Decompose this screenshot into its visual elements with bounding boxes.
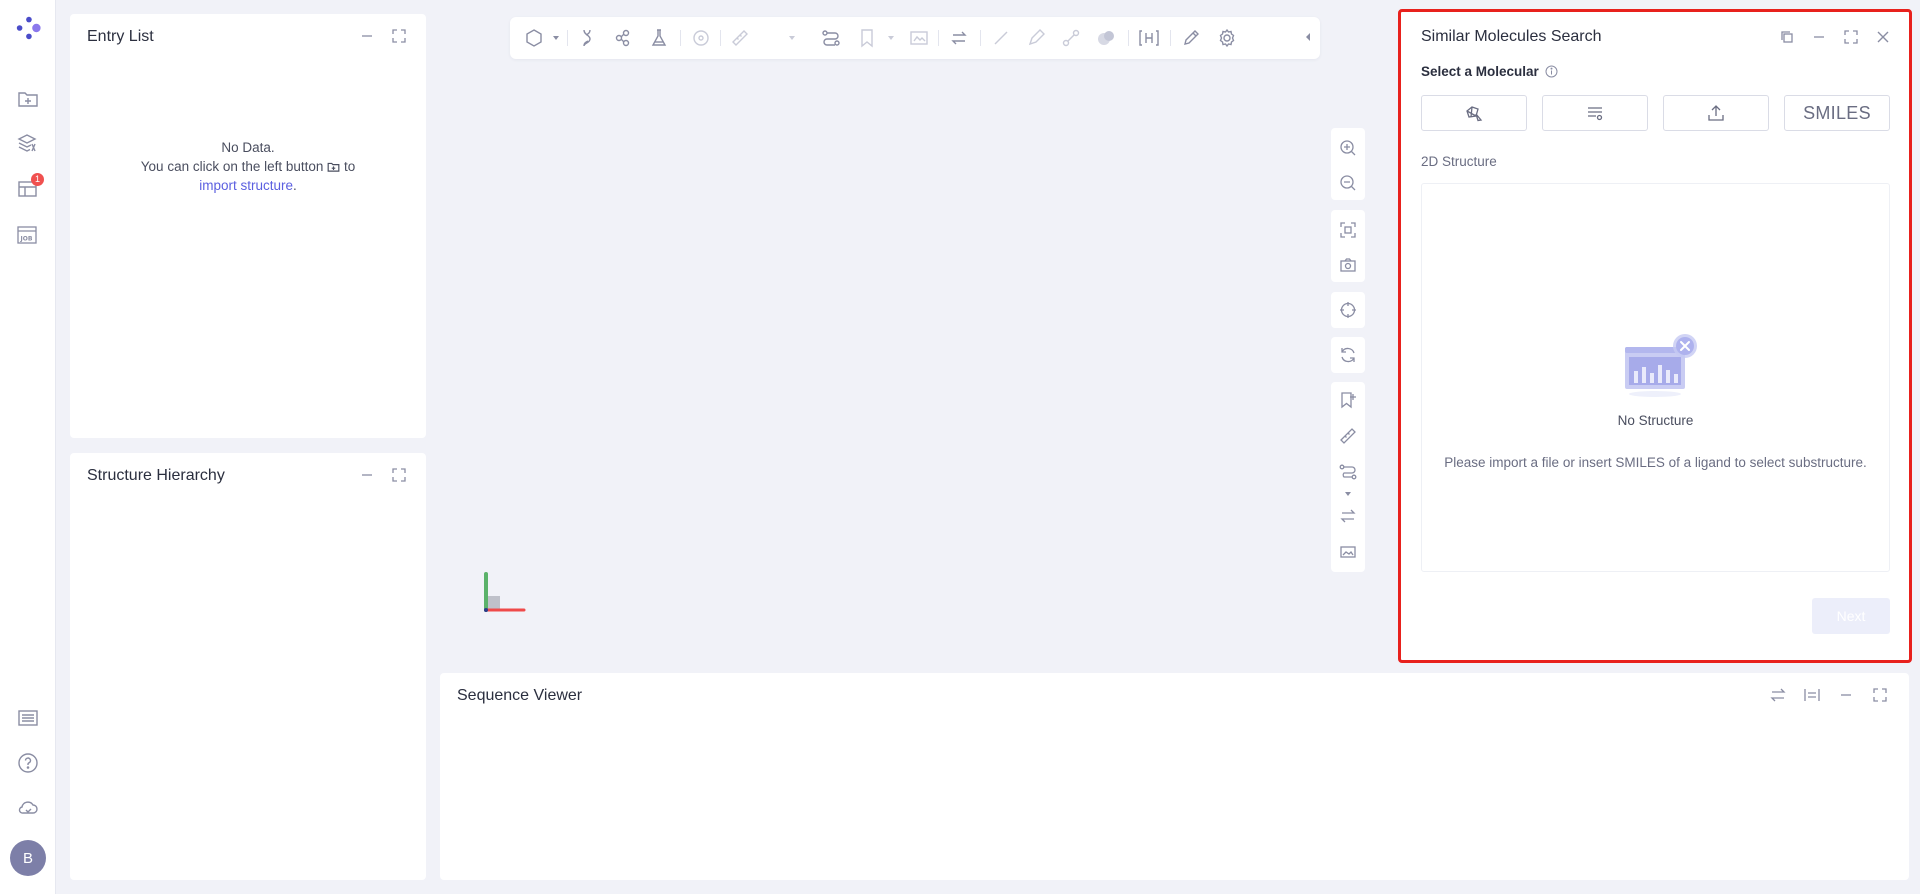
empty-hint: You can click on the left button (140, 159, 324, 174)
avatar[interactable]: B (10, 840, 46, 876)
zoom-in-icon[interactable] (1337, 137, 1359, 159)
layers-icon[interactable] (14, 129, 42, 157)
entry-list-title: Entry List (87, 28, 154, 45)
list-icon[interactable] (14, 704, 42, 732)
select-from-viewer-button[interactable] (1421, 95, 1527, 131)
app-logo-icon[interactable] (14, 14, 42, 42)
maximize-icon[interactable] (389, 26, 409, 46)
empty-title: No Data. (221, 140, 275, 155)
close-icon[interactable] (1873, 27, 1893, 47)
rotate-group (1331, 337, 1365, 373)
minimize-icon[interactable] (357, 465, 377, 485)
maximize-icon[interactable] (389, 465, 409, 485)
similar-molecules-panel: Similar Molecules Search Select a Molecu… (1398, 9, 1912, 663)
structure-hierarchy-panel: Structure Hierarchy (70, 453, 426, 880)
chevron-down-icon[interactable] (888, 36, 894, 40)
cloud-icon[interactable] (14, 794, 42, 822)
dna-icon[interactable] (576, 27, 598, 49)
zoom-out-icon[interactable] (1337, 172, 1359, 194)
entry-list-empty-state: No Data. You can click on the left butto… (70, 138, 426, 195)
help-icon[interactable] (14, 749, 42, 777)
swap-icon[interactable] (948, 27, 970, 49)
left-rail: 1 JOB B (0, 0, 56, 894)
hydrogen-icon[interactable] (1138, 27, 1160, 49)
chevron-down-icon[interactable] (553, 36, 559, 40)
view-group (1331, 210, 1365, 282)
image-icon[interactable] (908, 27, 930, 49)
select-molecular-label: Select a Molecular (1421, 64, 1558, 79)
zoom-group (1331, 128, 1365, 200)
similar-molecules-title: Similar Molecules Search (1421, 28, 1602, 45)
flask-icon[interactable] (648, 27, 670, 49)
camera-icon[interactable] (1337, 254, 1359, 276)
chevron-down-icon[interactable] (1345, 492, 1351, 496)
empty-chart-icon (1619, 333, 1699, 399)
notification-badge: 1 (31, 173, 44, 186)
import-structure-link[interactable]: import structure (199, 178, 293, 193)
import-hint-text: Please import a file or insert SMILES of… (1444, 455, 1867, 470)
no-structure-text: No Structure (1617, 413, 1694, 428)
path-icon[interactable] (820, 27, 842, 49)
fit-icon[interactable] (1337, 219, 1359, 241)
svg-text:JOB: JOB (20, 236, 33, 243)
ruler-icon[interactable] (729, 27, 751, 49)
edit-icon[interactable] (1180, 27, 1202, 49)
hexagon-icon[interactable] (523, 27, 545, 49)
swap-icon[interactable] (1337, 505, 1359, 527)
ruler-icon[interactable] (1337, 425, 1359, 447)
align-icon[interactable] (1802, 685, 1822, 705)
center-icon[interactable] (1337, 299, 1359, 321)
detach-icon[interactable] (1777, 27, 1797, 47)
rotate-icon[interactable] (1337, 344, 1359, 366)
entry-list-panel: Entry List No Data. You can click on the… (70, 14, 426, 438)
link-icon[interactable] (1060, 27, 1082, 49)
axis-gizmo (480, 568, 530, 620)
molecule-select-icon (1464, 103, 1484, 123)
structure-hierarchy-title: Structure Hierarchy (87, 467, 225, 484)
bookmark-add-icon[interactable] (1337, 389, 1359, 411)
table-icon[interactable]: 1 (14, 173, 44, 203)
surface-icon[interactable] (1095, 27, 1117, 49)
import-folder-icon[interactable] (14, 85, 42, 113)
center-group (1331, 292, 1365, 328)
upload-file-button[interactable] (1663, 95, 1769, 131)
select-from-list-button[interactable] (1542, 95, 1648, 131)
empty-period: . (293, 178, 297, 193)
line-icon[interactable] (990, 27, 1012, 49)
empty-hint-to: to (343, 159, 356, 174)
structure-2d-label: 2D Structure (1421, 154, 1497, 169)
collapse-toolbar-button[interactable] (1298, 23, 1318, 51)
smiles-button[interactable]: SMILES (1784, 95, 1890, 131)
target-icon[interactable] (690, 27, 712, 49)
tools-group (1331, 382, 1365, 572)
image-icon[interactable] (1337, 541, 1359, 563)
settings-icon[interactable] (1216, 27, 1238, 49)
sequence-viewer-panel: Sequence Viewer (440, 673, 1909, 880)
job-icon[interactable]: JOB (14, 221, 42, 249)
minimize-icon[interactable] (1809, 27, 1829, 47)
info-icon[interactable] (1545, 65, 1558, 78)
molecule-icon[interactable] (612, 27, 634, 49)
viewer-toolbar (510, 17, 1320, 59)
minimize-icon[interactable] (1836, 685, 1856, 705)
pen-icon[interactable] (1025, 27, 1047, 49)
swap-icon[interactable] (1768, 685, 1788, 705)
next-button[interactable]: Next (1812, 598, 1890, 634)
maximize-icon[interactable] (1841, 27, 1861, 47)
import-folder-icon (327, 161, 340, 173)
upload-icon (1706, 103, 1726, 123)
sequence-viewer-title: Sequence Viewer (457, 687, 583, 704)
path-icon[interactable] (1337, 461, 1359, 483)
chevron-down-icon[interactable] (789, 36, 795, 40)
minimize-icon[interactable] (357, 26, 377, 46)
bookmark-icon[interactable] (856, 27, 878, 49)
list-filter-icon (1585, 103, 1605, 123)
maximize-icon[interactable] (1870, 685, 1890, 705)
structure-2d-box: No Structure Please import a file or ins… (1421, 183, 1890, 572)
